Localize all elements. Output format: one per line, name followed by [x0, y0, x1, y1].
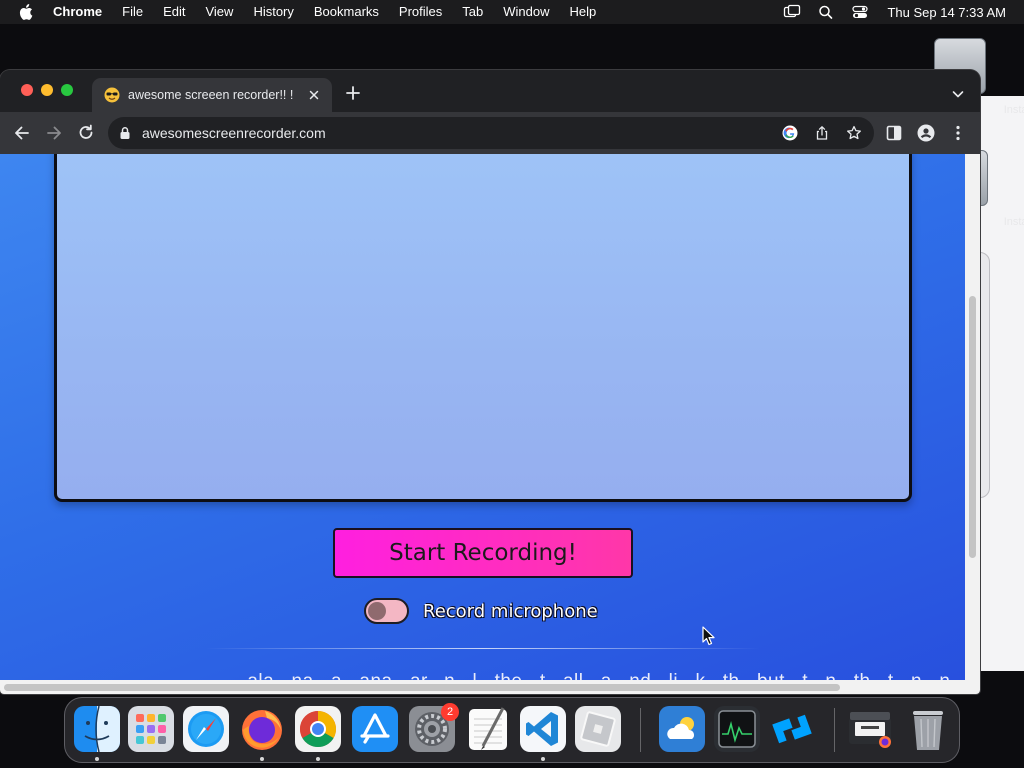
dock-app-store[interactable]	[352, 706, 398, 752]
reload-icon[interactable]	[76, 123, 96, 143]
dock-trash[interactable]	[905, 706, 951, 752]
dock-chrome[interactable]	[295, 706, 341, 752]
window-close-button[interactable]	[21, 84, 33, 96]
window-zoom-button[interactable]	[61, 84, 73, 96]
menu-clock[interactable]: Thu Sep 14 7:33 AM	[887, 5, 1006, 20]
plus-icon[interactable]	[344, 84, 362, 102]
record-microphone-label: Record microphone	[423, 600, 598, 622]
menu-extras: Thu Sep 14 7:33 AM	[767, 0, 1006, 24]
mouse-cursor-icon	[702, 626, 716, 646]
dock-vscode[interactable]	[520, 706, 566, 752]
dock-roblox[interactable]	[575, 706, 621, 752]
share-icon[interactable]	[814, 125, 830, 141]
lock-icon[interactable]	[118, 126, 132, 140]
menu-history[interactable]: History	[253, 0, 293, 24]
dock-textedit[interactable]	[465, 706, 511, 752]
vertical-scroll-thumb[interactable]	[969, 296, 976, 558]
forward-icon[interactable]	[44, 123, 64, 143]
video-preview	[54, 154, 912, 502]
favicon-icon	[104, 87, 120, 103]
star-icon[interactable]	[846, 125, 862, 141]
dock-roblox-studio[interactable]	[769, 706, 815, 752]
partially-visible-text: ...ala...na...a...ana...ar...n...l...the…	[230, 671, 965, 680]
side-panel-icon[interactable]	[884, 123, 904, 143]
chevron-down-icon[interactable]	[950, 86, 966, 102]
section-divider	[206, 648, 760, 649]
menu-edit[interactable]: Edit	[163, 0, 185, 24]
running-indicator	[541, 757, 545, 761]
apple-icon[interactable]	[19, 4, 33, 20]
menu-window[interactable]: Window	[503, 0, 549, 24]
dock-finder[interactable]	[74, 706, 120, 752]
search-icon[interactable]	[817, 4, 835, 20]
menu-tab[interactable]: Tab	[462, 0, 483, 24]
dock-separator	[834, 708, 835, 752]
menu-file[interactable]: File	[122, 0, 143, 24]
menu-profiles[interactable]: Profiles	[399, 0, 442, 24]
desktop-item-label: Instal	[1003, 216, 1024, 228]
menu-view[interactable]: View	[205, 0, 233, 24]
tab-title: awesome screeen recorder!! !	[128, 88, 294, 102]
address-bar[interactable]: awesomescreenrecorder.com	[108, 117, 874, 149]
google-icon[interactable]	[782, 125, 798, 141]
menu-app-name[interactable]: Chrome	[53, 0, 102, 24]
menu-bookmarks[interactable]: Bookmarks	[314, 0, 379, 24]
desktop-item-label: Instal	[1003, 104, 1024, 116]
dock-launchpad[interactable]	[128, 706, 174, 752]
dock-firefox[interactable]	[239, 706, 285, 752]
running-indicator	[316, 757, 320, 761]
screen-mirror-icon[interactable]	[783, 4, 801, 20]
record-microphone-row: Record microphone	[364, 596, 598, 626]
running-indicator	[95, 757, 99, 761]
running-indicator	[260, 757, 264, 761]
dock	[64, 697, 960, 763]
page-viewport: Start Recording! Record microphone ...al…	[0, 154, 965, 680]
record-microphone-toggle[interactable]	[364, 598, 409, 624]
address-url[interactable]: awesomescreenrecorder.com	[142, 125, 326, 141]
profile-icon[interactable]	[916, 123, 936, 143]
notification-badge: 2	[441, 703, 459, 721]
dock-downloads[interactable]	[847, 706, 893, 752]
window-minimize-button[interactable]	[41, 84, 53, 96]
chrome-window: awesome screeen recorder!! ! awesomescre…	[0, 70, 980, 694]
more-icon[interactable]	[948, 123, 968, 143]
close-icon[interactable]	[306, 87, 322, 103]
tab-strip: awesome screeen recorder!! !	[0, 70, 980, 112]
dock-activity-monitor[interactable]	[714, 706, 760, 752]
dock-weather[interactable]	[659, 706, 705, 752]
start-recording-button[interactable]: Start Recording!	[333, 528, 633, 578]
menu-bar: Chrome File Edit View History Bookmarks …	[0, 0, 1024, 24]
toggle-knob	[368, 602, 386, 620]
dock-safari[interactable]	[183, 706, 229, 752]
back-icon[interactable]	[12, 123, 32, 143]
dock-separator	[640, 708, 641, 752]
tab-active[interactable]: awesome screeen recorder!! !	[92, 78, 332, 112]
menu-help[interactable]: Help	[570, 0, 597, 24]
browser-toolbar: awesomescreenrecorder.com	[0, 112, 980, 154]
control-center-icon[interactable]	[851, 4, 869, 20]
horizontal-scroll-thumb[interactable]	[4, 684, 840, 691]
